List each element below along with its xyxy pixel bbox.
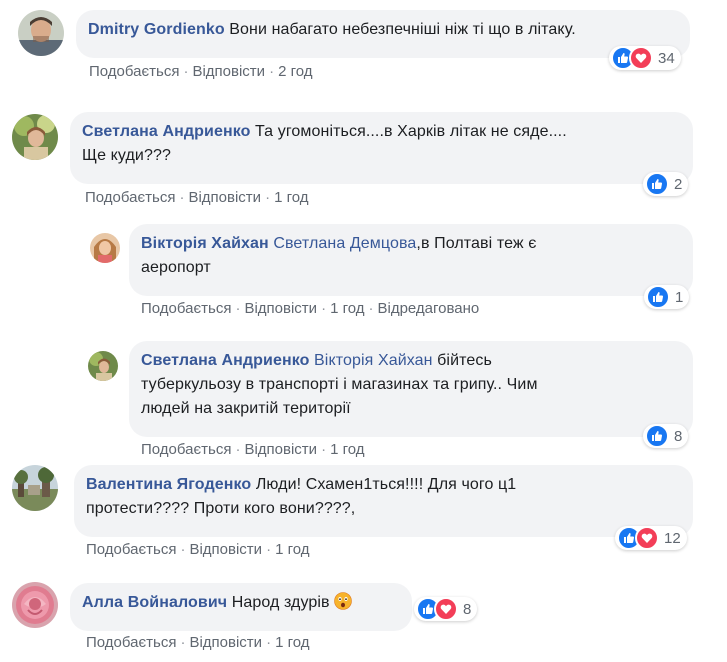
avatar[interactable] — [12, 582, 58, 628]
separator: · — [266, 634, 272, 651]
avatar-photo — [12, 465, 58, 511]
comment-author[interactable]: Вікторія Хайхан — [141, 235, 269, 252]
reaction-count: 12 — [664, 529, 681, 547]
comment-text: ,в Полтаві теж є — [416, 235, 537, 252]
comment-actions: Подобається · Відповісти · 2 год — [89, 63, 312, 80]
like-link[interactable]: Подобається — [86, 634, 176, 651]
reaction-count: 2 — [674, 175, 683, 193]
comment-author[interactable]: Валентина Ягоденко — [86, 476, 251, 493]
separator: · — [235, 300, 241, 317]
reaction-count: 1 — [675, 288, 684, 306]
comment-text: Вони набагато небезпечніші ніж ті що в л… — [229, 21, 576, 38]
comment-text: Народ здурів — [231, 594, 330, 611]
comment-text-line3: людей на закритій території — [141, 400, 351, 417]
separator: · — [180, 634, 186, 651]
like-icon — [645, 424, 669, 448]
timestamp[interactable]: 1 год — [330, 300, 364, 317]
avatar[interactable] — [90, 233, 120, 263]
love-icon — [635, 526, 659, 550]
reply-link[interactable]: Відповісти — [192, 63, 265, 80]
like-link[interactable]: Подобається — [86, 541, 176, 558]
reaction-count: 34 — [658, 49, 675, 67]
reply-link[interactable]: Відповісти — [188, 189, 261, 206]
comment-actions: Подобається · Відповісти · 1 год — [85, 189, 308, 206]
avatar[interactable] — [18, 10, 64, 56]
comment-actions: Подобається · Відповісти · 1 год — [86, 541, 309, 558]
comment-bubble: Вікторія Хайхан Светлана Демцова,в Полта… — [129, 224, 693, 296]
avatar-photo — [90, 233, 120, 263]
separator: · — [179, 189, 185, 206]
like-icon — [646, 285, 670, 309]
reaction-count: 8 — [674, 427, 683, 445]
avatar[interactable] — [88, 351, 118, 381]
like-link[interactable]: Подобається — [141, 441, 231, 458]
edited-label[interactable]: Відредаговано — [377, 300, 479, 317]
comment-text: бійтесь — [437, 352, 492, 369]
comment-bubble: Алла Войналович Народ здурів — [70, 583, 412, 631]
comment-text-line2: аеропорт — [141, 259, 211, 276]
separator: · — [266, 541, 272, 558]
reply-link[interactable]: Відповісти — [244, 300, 317, 317]
love-icon — [629, 46, 653, 70]
timestamp[interactable]: 1 год — [275, 634, 309, 651]
separator: · — [180, 541, 186, 558]
avatar-photo — [12, 114, 58, 160]
reaction-summary[interactable]: 2 — [643, 172, 689, 196]
comment-text: Люди! Схамен1ться!!!! Для чого ц1 — [255, 476, 517, 493]
avatar-photo — [18, 10, 64, 56]
comment-text-line2: туберкульозу в транспорті і магазинах та… — [141, 376, 538, 393]
reaction-summary[interactable]: 8 — [643, 424, 689, 448]
comment-text-line2: протести???? Проти кого вони????, — [86, 500, 356, 517]
avatar[interactable] — [12, 114, 58, 160]
comment-bubble: Светлана Андриенко Вікторія Хайхан бійте… — [129, 341, 693, 437]
comment-author[interactable]: Светлана Андриенко — [82, 123, 250, 140]
separator: · — [321, 441, 327, 458]
comment-actions: Подобається · Відповісти · 1 год — [141, 441, 364, 458]
comment-text-line2: Ще куди??? — [82, 147, 171, 164]
mention-link[interactable]: Вікторія Хайхан — [314, 352, 433, 369]
mention-link[interactable]: Светлана Демцова — [273, 235, 416, 252]
comment-actions: Подобається · Відповісти · 1 год · Відредагова… — [141, 300, 479, 317]
timestamp[interactable]: 2 год — [278, 63, 312, 80]
like-link[interactable]: Подобається — [141, 300, 231, 317]
reply-link[interactable]: Відповісти — [189, 541, 262, 558]
reaction-summary[interactable]: 1 — [644, 285, 690, 309]
timestamp[interactable]: 1 год — [275, 541, 309, 558]
like-icon — [645, 172, 669, 196]
timestamp[interactable]: 1 год — [330, 441, 364, 458]
reaction-count: 8 — [463, 600, 472, 618]
reply-link[interactable]: Відповісти — [189, 634, 262, 651]
comment-author[interactable]: Светлана Андриенко — [141, 352, 309, 369]
like-link[interactable]: Подобається — [89, 63, 179, 80]
separator: · — [269, 63, 275, 80]
reaction-summary[interactable]: 8 — [414, 597, 478, 621]
comment-actions: Подобається · Відповісти · 1 год — [86, 634, 309, 651]
separator: · — [321, 300, 327, 317]
comment-bubble: Светлана Андриенко Та угомоніться....в Х… — [70, 112, 693, 184]
astonished-face-emoji — [334, 592, 353, 610]
comment-text: Та угомоніться....в Харків літак не сяде… — [255, 123, 567, 140]
like-link[interactable]: Подобається — [85, 189, 175, 206]
avatar-photo — [88, 351, 118, 381]
timestamp[interactable]: 1 год — [274, 189, 308, 206]
comment-bubble: Валентина Ягоденко Люди! Схамен1ться!!!!… — [74, 465, 693, 537]
comment-author[interactable]: Алла Войналович — [82, 594, 227, 611]
separator: · — [265, 189, 271, 206]
comment-author[interactable]: Dmitry Gordienko — [88, 21, 225, 38]
reply-link[interactable]: Відповісти — [244, 441, 317, 458]
separator: · — [368, 300, 374, 317]
love-icon — [434, 597, 458, 621]
separator: · — [235, 441, 241, 458]
avatar[interactable] — [12, 465, 58, 511]
reaction-summary[interactable]: 34 — [609, 46, 681, 70]
separator: · — [183, 63, 189, 80]
comment-bubble: Dmitry Gordienko Вони набагато небезпечн… — [76, 10, 690, 58]
reaction-summary[interactable]: 12 — [615, 526, 687, 550]
avatar-photo — [12, 582, 58, 628]
